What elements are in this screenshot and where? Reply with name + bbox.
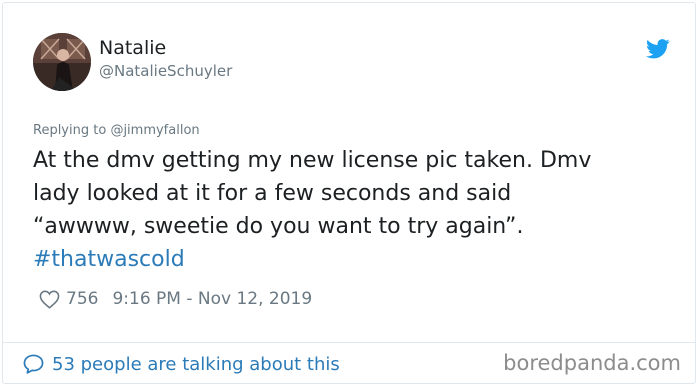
tweet-text-line: “awwww, sweetie do you want to try again… (33, 214, 524, 239)
watermark: boredpanda.com (503, 351, 681, 375)
reply-mention-link[interactable]: @jimmyfallon (110, 123, 199, 138)
author-handle[interactable]: @NatalieSchuyler (99, 62, 232, 80)
speech-bubble-icon (23, 354, 44, 374)
divider (3, 342, 695, 343)
reply-prefix: Replying to (33, 123, 111, 138)
tweet-text: At the dmv getting my new license pic ta… (33, 144, 673, 276)
tweet-text-line: At the dmv getting my new license pic ta… (33, 148, 592, 173)
reply-context: Replying to @jimmyfallon (33, 123, 200, 139)
twitter-bird-icon[interactable] (646, 39, 670, 59)
timestamp-link[interactable]: 9:16 PM - Nov 12, 2019 (112, 289, 312, 309)
heart-icon[interactable] (39, 290, 60, 309)
tweet-text-line: lady looked at it for a few seconds and … (33, 181, 512, 206)
conversation-text: 53 people are talking about this (52, 353, 340, 375)
tweet-meta: 756 9:16 PM - Nov 12, 2019 (39, 288, 312, 310)
avatar[interactable] (33, 33, 91, 91)
conversation-link[interactable]: 53 people are talking about this (23, 352, 340, 376)
hashtag-link[interactable]: #thatwascold (33, 243, 673, 276)
tweet-card: Natalie @NatalieSchuyler Replying to @ji… (2, 2, 696, 384)
author-name[interactable]: Natalie (99, 37, 166, 59)
like-count[interactable]: 756 (66, 289, 98, 309)
avatar-photo (33, 33, 91, 91)
